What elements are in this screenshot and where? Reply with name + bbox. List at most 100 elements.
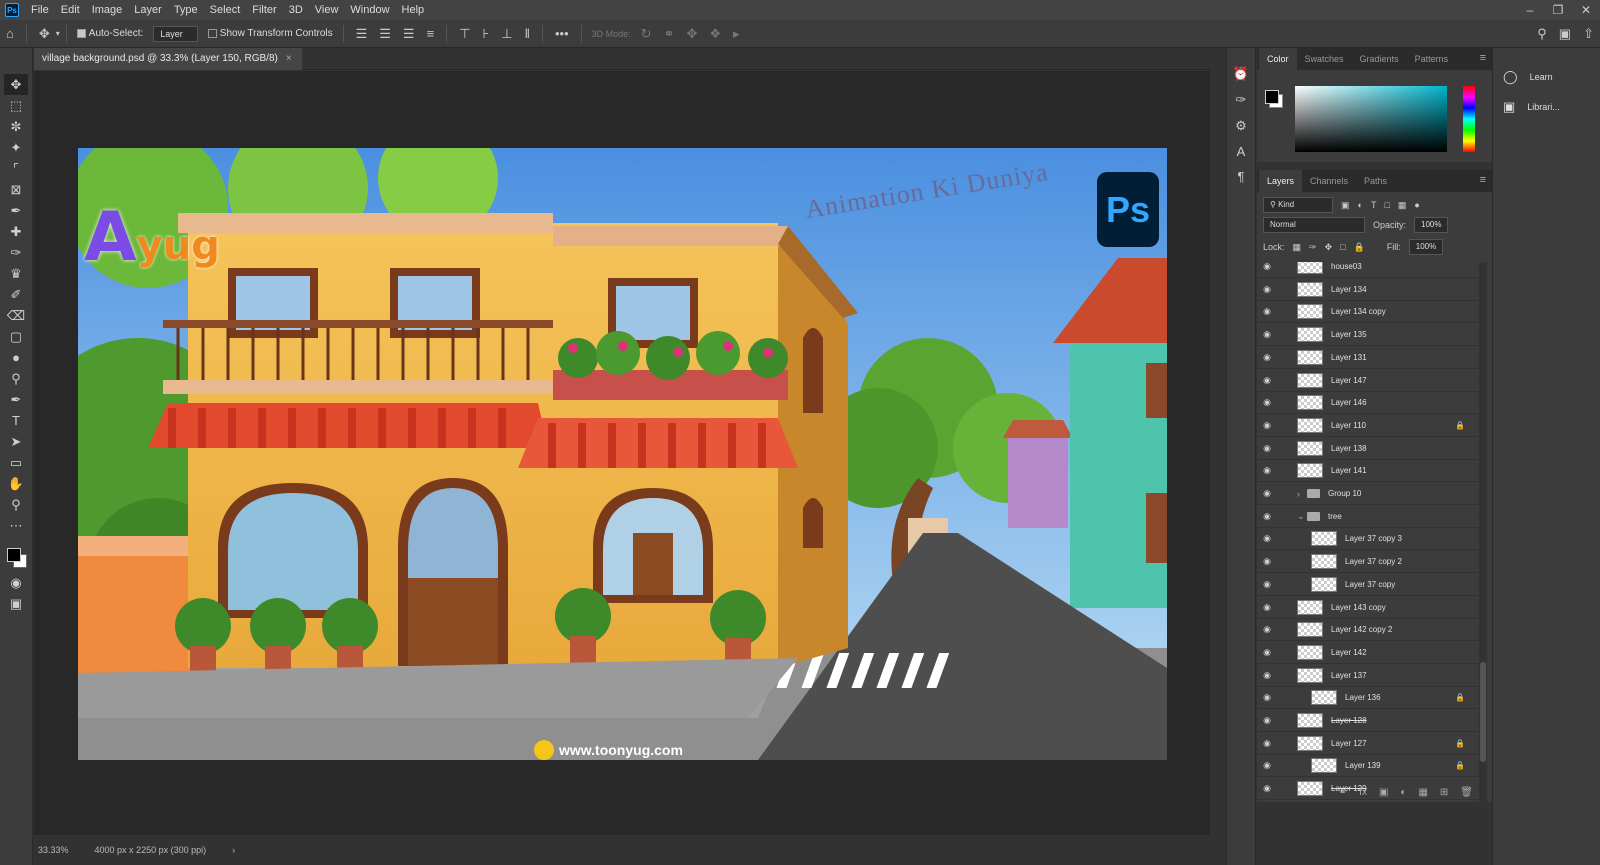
lock-artboard-icon[interactable]: □	[1340, 242, 1345, 252]
character-panel-icon[interactable]: A	[1237, 144, 1246, 159]
layer-row[interactable]: ◉ Layer 139 🔒	[1257, 755, 1479, 778]
clone-stamp-icon[interactable]: ♛	[4, 263, 28, 284]
layer-row[interactable]: ◉ Layer 127 🔒	[1257, 733, 1479, 755]
layer-row[interactable]: ◉ › Group 10	[1257, 483, 1479, 505]
filter-adjustment-icon[interactable]: ◐	[1358, 200, 1363, 210]
lock-pixels-icon[interactable]: ✑	[1309, 242, 1317, 253]
adjustment-layer-icon[interactable]: ◐	[1400, 787, 1406, 798]
frame-tool-icon[interactable]: ⊠	[4, 179, 28, 200]
align-left-icon[interactable]: ☰	[356, 26, 368, 42]
tab-paths[interactable]: Paths	[1356, 170, 1395, 192]
menu-layer[interactable]: Layer	[128, 0, 168, 20]
layer-row[interactable]: ◉ Layer 137	[1257, 665, 1479, 687]
zoom-tool-icon[interactable]: ⚲	[4, 494, 28, 515]
history-brush-icon[interactable]: ✐	[4, 284, 28, 305]
filter-smart-object-icon[interactable]: ▦	[1398, 200, 1407, 211]
eyedropper-icon[interactable]: ✒	[4, 200, 28, 221]
menu-view[interactable]: View	[309, 0, 345, 20]
visibility-eye-icon[interactable]: ◉	[1257, 647, 1277, 658]
color-swatches[interactable]	[4, 542, 28, 572]
align-center-icon[interactable]: ☰	[379, 26, 391, 42]
eraser-tool-icon[interactable]: ⌫	[4, 305, 28, 326]
color-field[interactable]	[1295, 86, 1447, 152]
screen-mode-icon[interactable]: ▣	[4, 593, 28, 614]
chevron-down-icon[interactable]: ⌄	[1297, 511, 1307, 522]
visibility-eye-icon[interactable]: ◉	[1257, 760, 1277, 771]
crop-tool-icon[interactable]: ⌜	[4, 158, 28, 179]
gradient-tool-icon[interactable]: ▢	[4, 326, 28, 347]
visibility-eye-icon[interactable]: ◉	[1257, 306, 1277, 317]
foreground-color-swatch[interactable]	[1265, 90, 1279, 104]
opacity-input[interactable]: 100%	[1414, 217, 1449, 233]
distribute-vertical-icon[interactable]: ‖	[525, 26, 530, 41]
chevron-right-icon[interactable]: ›	[232, 845, 235, 855]
tab-channels[interactable]: Channels	[1302, 170, 1356, 192]
brush-settings-icon[interactable]: ✑	[1236, 92, 1247, 108]
visibility-eye-icon[interactable]: ◉	[1257, 738, 1277, 749]
home-icon[interactable]: ⌂	[6, 26, 14, 41]
path-selection-icon[interactable]: ➤	[4, 431, 28, 452]
visibility-eye-icon[interactable]: ◉	[1257, 602, 1277, 613]
visibility-eye-icon[interactable]: ◉	[1257, 511, 1277, 522]
layer-row[interactable]: ◉ Layer 138	[1257, 438, 1479, 460]
minimize-icon[interactable]: –	[1516, 0, 1544, 20]
filter-pixel-icon[interactable]: ▣	[1341, 200, 1350, 211]
blend-mode-dropdown[interactable]: Normal	[1263, 217, 1365, 233]
tab-swatches[interactable]: Swatches	[1297, 48, 1352, 70]
visibility-eye-icon[interactable]: ◉	[1257, 443, 1277, 454]
blur-tool-icon[interactable]: ●	[4, 347, 28, 368]
layer-row[interactable]: ◉ Layer 134	[1257, 279, 1479, 301]
visibility-eye-icon[interactable]: ◉	[1257, 465, 1277, 476]
menu-window[interactable]: Window	[344, 0, 395, 20]
lasso-tool-icon[interactable]: ✼	[4, 116, 28, 137]
libraries-panel-button[interactable]: ▣ Librari...	[1493, 92, 1600, 122]
rectangle-tool-icon[interactable]: ▭	[4, 452, 28, 473]
layer-row[interactable]: ◉ Layer 146	[1257, 392, 1479, 415]
zoom-level[interactable]: 33.33%	[38, 845, 69, 855]
learn-panel-button[interactable]: ◯ Learn	[1493, 62, 1600, 92]
layer-row[interactable]: ◉ Layer 110 🔒	[1257, 415, 1479, 437]
layer-row[interactable]: ◉ Layer 143 copy	[1257, 597, 1479, 619]
document-tab[interactable]: village background.psd @ 33.3% (Layer 15…	[34, 48, 302, 70]
visibility-eye-icon[interactable]: ◉	[1257, 715, 1277, 726]
tab-layers[interactable]: Layers	[1259, 170, 1303, 192]
align-bottom-icon[interactable]: ⊥	[501, 26, 512, 42]
close-icon[interactable]: ✕	[1572, 0, 1600, 20]
new-layer-icon[interactable]: ⊞	[1440, 787, 1448, 798]
lock-position-icon[interactable]: ✥	[1325, 242, 1333, 253]
move-tool-icon[interactable]: ✥	[39, 26, 50, 42]
menu-help[interactable]: Help	[396, 0, 431, 20]
more-tools-icon[interactable]: ⋯	[4, 515, 28, 536]
distribute-icon[interactable]: ≡	[427, 26, 435, 41]
scrollbar-thumb[interactable]	[1480, 662, 1486, 762]
foreground-color-swatch[interactable]	[7, 548, 21, 562]
add-mask-icon[interactable]: ▣	[1379, 787, 1388, 798]
visibility-eye-icon[interactable]: ◉	[1257, 375, 1277, 386]
layer-row[interactable]: ◉ Layer 141	[1257, 460, 1479, 483]
magic-wand-icon[interactable]: ✦	[4, 137, 28, 158]
visibility-eye-icon[interactable]: ◉	[1257, 352, 1277, 363]
delete-layer-icon[interactable]: 🗑	[1460, 787, 1473, 798]
layer-style-icon[interactable]: fx	[1359, 787, 1367, 798]
visibility-eye-icon[interactable]: ◉	[1257, 556, 1277, 567]
document-canvas[interactable]: A yug Animation Ki Duniya Ps www.toonyug…	[78, 148, 1167, 760]
menu-3d[interactable]: 3D	[283, 0, 309, 20]
search-icon[interactable]: ⚲	[1537, 26, 1547, 42]
type-tool-icon[interactable]: T	[4, 410, 28, 431]
panel-menu-icon[interactable]: ≡	[1480, 174, 1486, 186]
layer-row[interactable]: ◉ Layer 134 copy	[1257, 301, 1479, 324]
visibility-eye-icon[interactable]: ◉	[1257, 488, 1277, 499]
hand-tool-icon[interactable]: ✋	[4, 473, 28, 494]
fill-input[interactable]: 100%	[1408, 239, 1444, 255]
layer-row[interactable]: ◉ Layer 136 🔒	[1257, 687, 1479, 710]
workspace-icon[interactable]: ▣	[1559, 26, 1571, 42]
restore-icon[interactable]: ❐	[1544, 0, 1572, 20]
history-panel-icon[interactable]: ⏰	[1233, 66, 1249, 82]
move-tool-icon[interactable]: ✥	[4, 74, 28, 95]
layer-row[interactable]: ◉ Layer 131	[1257, 347, 1479, 369]
visibility-eye-icon[interactable]: ◉	[1257, 670, 1277, 681]
close-tab-icon[interactable]: ×	[286, 48, 292, 70]
filter-toggle-icon[interactable]: ●	[1414, 200, 1419, 210]
show-transform-checkbox[interactable]: Show Transform Controls	[207, 28, 333, 39]
filter-kind-dropdown[interactable]: ⚲ Kind	[1263, 197, 1333, 213]
